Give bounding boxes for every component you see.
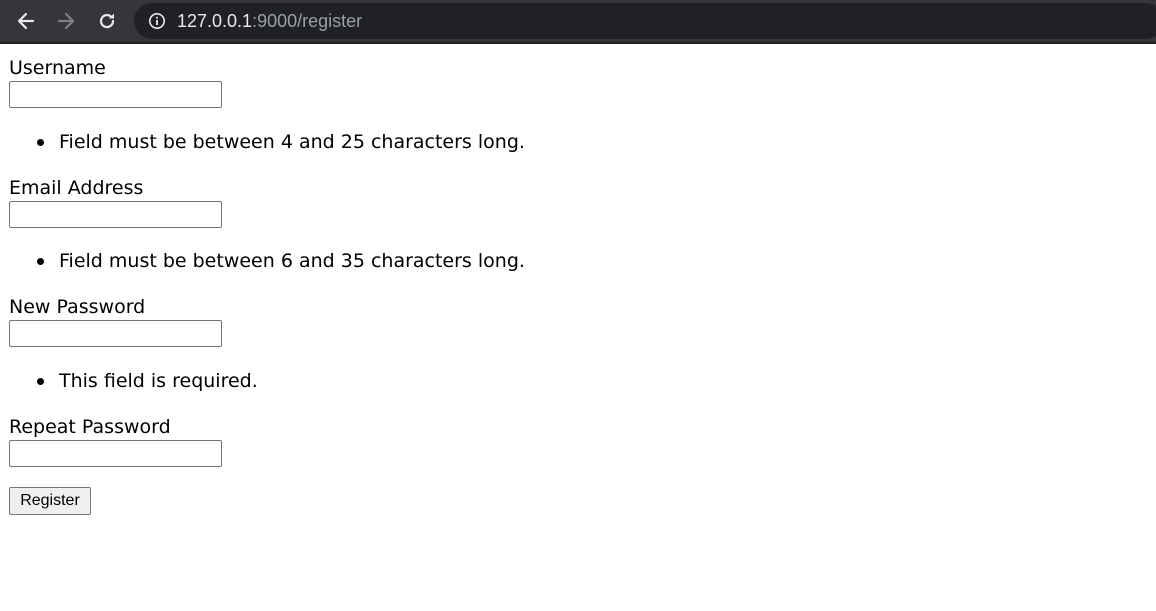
email-error: Field must be between 6 and 35 character… (0, 250, 525, 272)
new-password-label: New Password (9, 296, 146, 318)
browser-toolbar: 127.0.0.1:9000/register (0, 0, 1156, 44)
arrow-right-icon (57, 12, 75, 30)
back-button[interactable] (12, 7, 40, 35)
info-icon[interactable] (148, 12, 166, 30)
bullet-icon (37, 139, 44, 146)
register-button[interactable]: Register (9, 487, 91, 515)
new-password-error: This field is required. (0, 370, 258, 392)
email-errors: Field must be between 6 and 35 character… (0, 250, 525, 272)
username-label: Username (9, 57, 106, 79)
username-errors: Field must be between 4 and 25 character… (0, 131, 525, 153)
repeat-password-label: Repeat Password (9, 416, 171, 438)
username-input[interactable] (9, 81, 222, 108)
bullet-icon (37, 378, 44, 385)
new-password-errors: This field is required. (0, 370, 258, 392)
bullet-icon (37, 258, 44, 265)
new-password-error-text: This field is required. (59, 370, 258, 392)
email-error-text: Field must be between 6 and 35 character… (59, 250, 525, 272)
reload-button[interactable] (93, 7, 121, 35)
arrow-left-icon (17, 12, 35, 30)
username-error-text: Field must be between 4 and 25 character… (59, 131, 525, 153)
repeat-password-input[interactable] (9, 440, 222, 467)
url-text[interactable]: 127.0.0.1:9000/register (177, 10, 362, 32)
url-path: :9000/register (252, 11, 363, 31)
new-password-input[interactable] (9, 320, 222, 347)
username-error: Field must be between 4 and 25 character… (0, 131, 525, 153)
register-page: Username Field must be between 4 and 25 … (0, 46, 1156, 611)
forward-button[interactable] (52, 7, 80, 35)
url-host: 127.0.0.1 (177, 11, 253, 31)
reload-icon (99, 13, 115, 29)
email-input[interactable] (9, 201, 222, 228)
address-bar[interactable]: 127.0.0.1:9000/register (134, 3, 1156, 39)
email-label: Email Address (9, 177, 144, 199)
